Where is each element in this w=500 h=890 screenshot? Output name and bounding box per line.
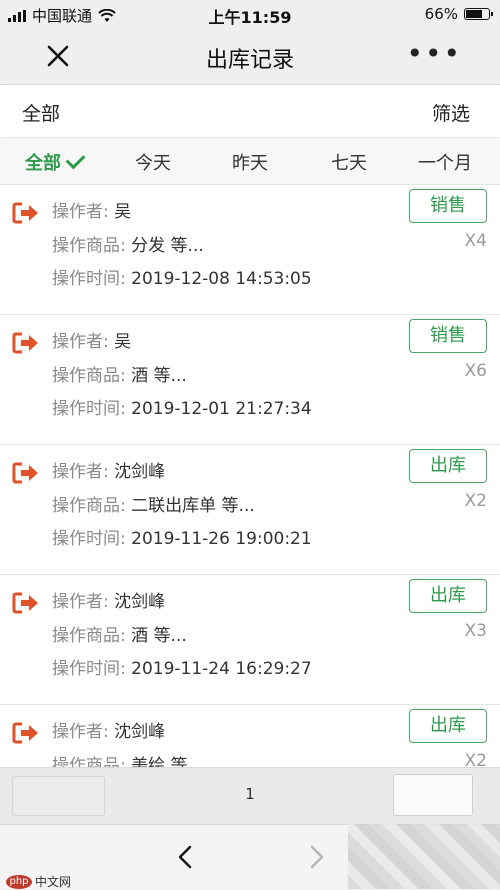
exit-icon <box>12 202 38 224</box>
goods-label: 操作商品: <box>52 236 126 256</box>
status-bar: 中国联通 上午11:59 66% <box>0 0 500 28</box>
goods-label: 操作商品: <box>52 496 126 516</box>
list-item[interactable]: 操作者: 沈剑峰 操作商品: 美绘 等... 出库 X2 <box>0 705 500 767</box>
exit-icon <box>12 592 38 614</box>
tab-all[interactable]: 全部 <box>25 149 86 175</box>
tab-label: 全部 <box>25 153 61 174</box>
goods-label: 操作商品: <box>52 626 126 646</box>
exit-icon <box>12 722 38 744</box>
operator-label: 操作者: <box>52 202 109 222</box>
time-label: 操作时间: <box>52 659 126 679</box>
time-value: 2019-12-08 14:53:05 <box>131 269 312 289</box>
type-tag[interactable]: 销售 <box>409 319 487 353</box>
goods-value: 酒 等... <box>131 626 187 646</box>
all-dropdown[interactable]: 全部 <box>22 99 60 126</box>
filter-button[interactable]: 筛选 <box>432 99 470 126</box>
check-icon <box>65 149 86 170</box>
blurred-region <box>348 824 500 889</box>
type-tag[interactable]: 出库 <box>409 579 487 613</box>
battery-icon <box>464 8 493 20</box>
watermark-text: 中文网 <box>35 875 72 889</box>
back-icon[interactable] <box>172 843 200 871</box>
tab-seven-days[interactable]: 七天 <box>331 149 367 175</box>
time-value: 2019-12-01 21:27:34 <box>131 399 312 419</box>
battery-percent: 66% <box>424 5 458 23</box>
quantity: X6 <box>464 361 487 381</box>
type-tag[interactable]: 销售 <box>409 189 487 223</box>
quantity: X4 <box>464 231 487 251</box>
type-tag[interactable]: 出库 <box>409 709 487 743</box>
exit-icon <box>12 332 38 354</box>
list-item[interactable]: 操作者: 沈剑峰 操作商品: 酒 等... 操作时间: 2019-11-24 1… <box>0 575 500 705</box>
operator-label: 操作者: <box>52 722 109 742</box>
quantity: X2 <box>464 491 487 511</box>
nav-bar: 出库记录 ••• <box>0 28 500 85</box>
quantity: X2 <box>464 751 487 767</box>
date-tabs: 全部 今天 昨天 七天 一个月 <box>0 138 500 185</box>
filter-row: 全部 筛选 <box>0 85 500 137</box>
tab-today[interactable]: 今天 <box>135 149 171 175</box>
goods-value: 二联出库单 等... <box>131 496 255 516</box>
goods-value: 美绘 等... <box>131 756 204 767</box>
operator-value: 沈剑峰 <box>114 722 166 742</box>
next-page-button[interactable] <box>393 774 473 816</box>
exit-icon <box>12 462 38 484</box>
operator-value: 吴 <box>114 332 132 352</box>
operator-label: 操作者: <box>52 592 109 612</box>
operator-value: 沈剑峰 <box>114 462 166 482</box>
operator-value: 吴 <box>114 202 132 222</box>
list-item[interactable]: 操作者: 吴 操作商品: 分发 等... 操作时间: 2019-12-08 14… <box>0 185 500 315</box>
operator-label: 操作者: <box>52 462 109 482</box>
record-list: 操作者: 吴 操作商品: 分发 等... 操作时间: 2019-12-08 14… <box>0 185 500 767</box>
tab-yesterday[interactable]: 昨天 <box>232 149 268 175</box>
time-label: 操作时间: <box>52 269 126 289</box>
list-item[interactable]: 操作者: 吴 操作商品: 酒 等... 操作时间: 2019-12-01 21:… <box>0 315 500 445</box>
list-item[interactable]: 操作者: 沈剑峰 操作商品: 二联出库单 等... 操作时间: 2019-11-… <box>0 445 500 575</box>
quantity: X3 <box>464 621 487 641</box>
operator-label: 操作者: <box>52 332 109 352</box>
watermark-logo: php <box>6 874 32 889</box>
time-value: 2019-11-26 19:00:21 <box>131 529 312 549</box>
pagination: 1 <box>0 767 500 824</box>
goods-label: 操作商品: <box>52 366 126 386</box>
more-button[interactable]: ••• <box>406 40 462 68</box>
time-label: 操作时间: <box>52 529 126 549</box>
time-label: 操作时间: <box>52 399 126 419</box>
goods-value: 分发 等... <box>131 236 204 256</box>
operator-value: 沈剑峰 <box>114 592 166 612</box>
goods-label: 操作商品: <box>52 756 126 767</box>
forward-icon[interactable] <box>302 843 330 871</box>
time-value: 2019-11-24 16:29:27 <box>131 659 312 679</box>
watermark: php 中文网 <box>6 873 71 890</box>
type-tag[interactable]: 出库 <box>409 449 487 483</box>
goods-value: 酒 等... <box>131 366 187 386</box>
tab-one-month[interactable]: 一个月 <box>418 149 472 175</box>
